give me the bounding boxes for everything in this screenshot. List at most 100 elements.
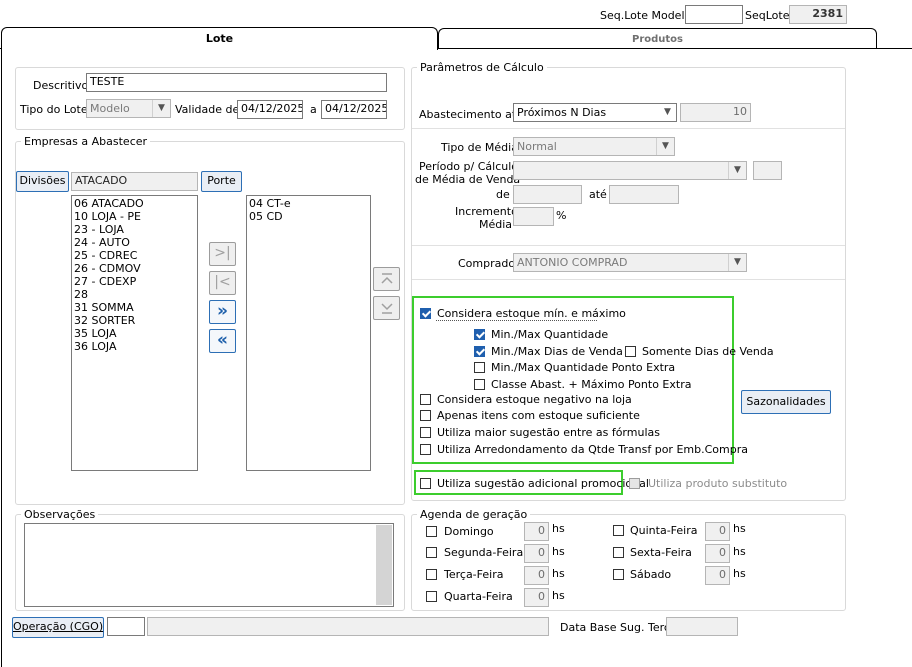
quarta-hours-input[interactable]: 0 [524, 588, 549, 607]
domingo-label: Domingo [444, 525, 494, 538]
abastecimento-dias-input[interactable]: 10 [680, 103, 751, 122]
produto-substituto-checkbox[interactable] [629, 478, 640, 489]
descritivo-input[interactable]: TESTE [86, 73, 387, 92]
divisoes-button[interactable]: Divisões [16, 171, 69, 192]
descritivo-label: Descritivo [33, 79, 89, 92]
sabado-checkbox[interactable] [613, 569, 624, 580]
arredondamento-checkbox[interactable] [420, 444, 431, 455]
list-item[interactable]: 04 CT-e [249, 197, 368, 210]
comprador-value: ANTONIO COMPRAD [517, 256, 628, 269]
periodo-select[interactable]: ▼ [513, 161, 747, 180]
seq-lote-input[interactable]: 2381 [789, 5, 847, 24]
operacao-code-input[interactable] [107, 617, 145, 636]
somente-dias-venda-checkbox[interactable] [625, 346, 636, 357]
ate-input[interactable] [609, 185, 679, 204]
sexta-hours-input[interactable]: 0 [705, 544, 730, 563]
list-item[interactable]: 35 LOJA [74, 327, 195, 340]
periodo-extra-input[interactable] [753, 161, 782, 180]
arredondamento-label: Utiliza Arredondamento da Qtde Transf po… [437, 443, 748, 456]
porte-button[interactable]: Porte [201, 171, 242, 192]
de-input[interactable] [513, 185, 582, 204]
divisao-input[interactable]: ATACADO [71, 172, 198, 191]
classe-abast-ponto-extra-label: Classe Abast. + Máximo Ponto Extra [491, 378, 692, 391]
add-all-button[interactable]: » [209, 300, 236, 324]
quinta-checkbox[interactable] [613, 525, 624, 536]
classe-abast-ponto-extra-checkbox[interactable] [474, 379, 485, 390]
list-item[interactable]: 36 LOJA [74, 340, 195, 353]
move-last-button[interactable]: >| [209, 242, 236, 266]
abastecimento-select[interactable]: Próximos N Dias ▼ [513, 103, 677, 122]
selected-empresas-list[interactable]: 04 CT-e 05 CD [246, 195, 371, 471]
min-max-dias-venda-checkbox[interactable] [474, 346, 485, 357]
sexta-checkbox[interactable] [613, 547, 624, 558]
chevron-down-icon: ▼ [728, 162, 746, 179]
considera-negativo-checkbox[interactable] [420, 394, 431, 405]
quinta-hours-input[interactable]: 0 [705, 522, 730, 541]
sugestao-promocional-checkbox[interactable] [420, 478, 431, 489]
somente-dias-venda-label: Somente Dias de Venda [642, 345, 774, 358]
available-empresas-list[interactable]: 06 ATACADO 10 LOJA - PE 23 - LOJA 24 - A… [71, 195, 198, 471]
quarta-checkbox[interactable] [426, 591, 437, 602]
data-base-label: Data Base Sug. Terc. [560, 621, 674, 634]
list-item[interactable]: 31 SOMMA [74, 301, 195, 314]
tipo-media-select[interactable]: Normal ▼ [513, 137, 675, 156]
tab-lote[interactable]: Lote [1, 27, 438, 50]
abastecimento-label: Abastecimento até [419, 108, 523, 121]
apenas-suficiente-label: Apenas itens com estoque suficiente [437, 409, 640, 422]
domingo-checkbox[interactable] [426, 526, 437, 537]
list-item[interactable]: 25 - CDREC [74, 249, 195, 262]
chevron-down-icon: ▼ [728, 254, 746, 271]
seq-lote-modelo-input[interactable] [685, 5, 743, 24]
list-item[interactable]: 32 SORTER [74, 314, 195, 327]
validade-de-input[interactable]: 04/12/2025 [237, 100, 303, 119]
considera-min-max-checkbox[interactable] [420, 308, 431, 319]
operacao-button[interactable]: Operação (CGO) [12, 617, 104, 638]
list-item[interactable]: 26 - CDMOV [74, 262, 195, 275]
min-max-quantidade-checkbox[interactable] [474, 329, 485, 340]
up-arrow-icon [380, 273, 393, 284]
terca-label: Terça-Feira [444, 568, 504, 581]
incremento-label-1: Incremento [455, 205, 518, 218]
divider [412, 245, 845, 246]
divider [412, 128, 845, 129]
hs-label: hs [552, 589, 565, 602]
domingo-hours-input[interactable]: 0 [524, 522, 549, 541]
maior-sugestao-checkbox[interactable] [420, 427, 431, 438]
remove-all-button[interactable]: « [209, 329, 236, 353]
terca-hours-input[interactable]: 0 [524, 566, 549, 585]
chevron-down-icon: ▼ [656, 138, 674, 155]
segunda-hours-input[interactable]: 0 [524, 544, 549, 563]
tipo-media-value: Normal [517, 140, 557, 153]
validade-ate-input[interactable]: 04/12/2025 [321, 100, 387, 119]
segunda-checkbox[interactable] [426, 547, 437, 558]
comprador-select[interactable]: ANTONIO COMPRAD ▼ [513, 253, 747, 272]
sazonalidades-button[interactable]: Sazonalidades [741, 390, 831, 414]
list-item[interactable]: 24 - AUTO [74, 236, 195, 249]
list-item[interactable]: 10 LOJA - PE [74, 210, 195, 223]
sabado-hours-input[interactable]: 0 [705, 566, 730, 585]
move-first-button[interactable]: |< [209, 271, 236, 295]
tab-produtos[interactable]: Produtos [438, 28, 877, 49]
observacoes-textarea[interactable] [24, 523, 394, 607]
list-item[interactable]: 06 ATACADO [74, 197, 195, 210]
tab-page-left-border [1, 49, 2, 667]
list-item[interactable]: 23 - LOJA [74, 223, 195, 236]
list-item[interactable]: 05 CD [249, 210, 368, 223]
min-max-qtd-ponto-extra-checkbox[interactable] [474, 362, 485, 373]
apenas-suficiente-checkbox[interactable] [420, 410, 431, 421]
tipo-lote-select[interactable]: Modelo ▼ [86, 99, 171, 118]
chevron-down-icon: ▼ [152, 100, 170, 117]
data-base-input[interactable] [666, 617, 738, 636]
validade-a-label: a [310, 103, 317, 116]
move-down-button[interactable] [373, 296, 400, 320]
list-item[interactable]: 27 - CDEXP [74, 275, 195, 288]
observacoes-scrollbar[interactable] [376, 525, 392, 605]
sabado-label: Sábado [630, 568, 672, 581]
operacao-desc-input[interactable] [147, 617, 549, 636]
abastecimento-value: Próximos N Dias [517, 106, 607, 119]
percent-label: % [556, 209, 567, 222]
list-item[interactable]: 28 [74, 288, 195, 301]
incremento-input[interactable] [513, 207, 554, 226]
move-up-button[interactable] [373, 267, 400, 291]
terca-checkbox[interactable] [426, 569, 437, 580]
